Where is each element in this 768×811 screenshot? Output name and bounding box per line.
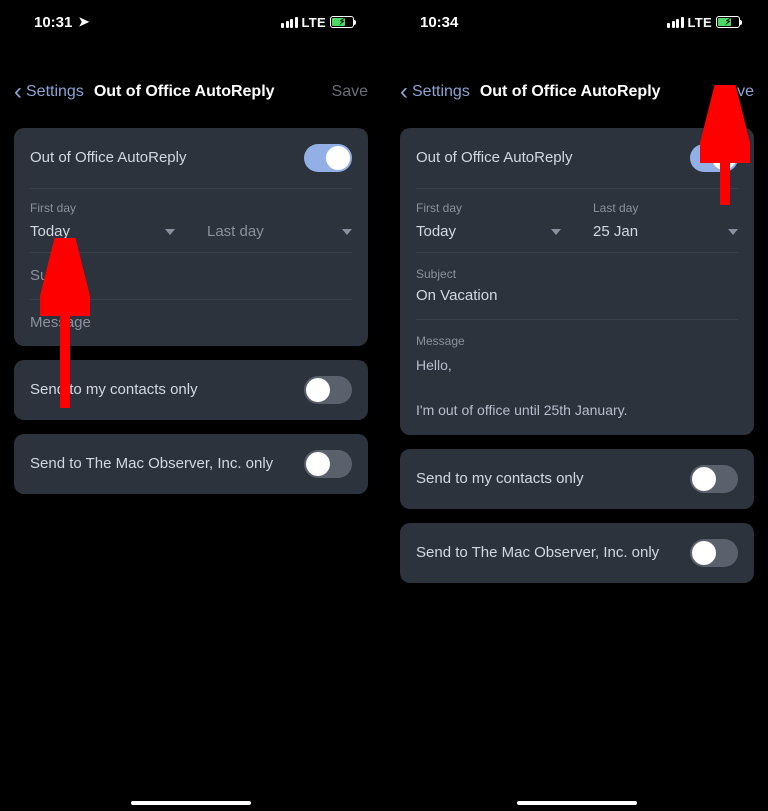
back-button[interactable]: Settings xyxy=(412,83,470,101)
network-label: LTE xyxy=(688,15,713,30)
last-day-caption xyxy=(207,201,352,215)
message-caption: Message xyxy=(416,334,738,348)
chevron-down-icon xyxy=(551,229,561,235)
page-title: Out of Office AutoReply xyxy=(94,83,326,101)
contacts-only-card: Send to my contacts only xyxy=(400,449,754,509)
signal-icon xyxy=(667,17,684,28)
domain-only-card: Send to The Mac Observer, Inc. only xyxy=(14,434,368,494)
back-chevron-icon[interactable]: ‹ xyxy=(400,80,408,104)
first-day-picker[interactable]: First day Today xyxy=(400,193,577,252)
status-bar: 10:31 ➤ LTE ⚡︎ xyxy=(0,0,382,44)
status-time: 10:34 xyxy=(420,14,458,31)
back-button[interactable]: Settings xyxy=(26,83,84,101)
chevron-down-icon xyxy=(342,229,352,235)
nav-bar: ‹ Settings Out of Office AutoReply Save xyxy=(0,66,382,118)
message-input[interactable]: Message Hello, I'm out of office until 2… xyxy=(400,320,754,435)
message-value: Hello, I'm out of office until 25th Janu… xyxy=(416,354,738,421)
network-label: LTE xyxy=(302,15,327,30)
contacts-only-toggle[interactable] xyxy=(690,465,738,493)
last-day-placeholder: Last day xyxy=(207,223,264,240)
annotation-arrow xyxy=(40,238,90,418)
chevron-down-icon xyxy=(728,229,738,235)
signal-icon xyxy=(281,17,298,28)
home-indicator xyxy=(131,801,251,805)
domain-only-toggle[interactable] xyxy=(690,539,738,567)
subject-input[interactable]: Subject On Vacation xyxy=(400,253,754,319)
contacts-only-label: Send to my contacts only xyxy=(416,469,690,489)
phone-right: 10:34 LTE ⚡︎ ‹ Settings Out of Office Au… xyxy=(386,0,768,811)
battery-icon: ⚡︎ xyxy=(330,16,354,28)
last-day-value: 25 Jan xyxy=(593,223,638,240)
subject-value: On Vacation xyxy=(416,287,497,304)
first-day-caption: First day xyxy=(30,201,175,215)
battery-icon: ⚡︎ xyxy=(716,16,740,28)
first-day-value: Today xyxy=(416,223,456,240)
home-indicator xyxy=(517,801,637,805)
last-day-picker[interactable]: Last day xyxy=(191,193,368,252)
domain-only-label: Send to The Mac Observer, Inc. only xyxy=(416,543,690,563)
domain-only-toggle[interactable] xyxy=(304,450,352,478)
domain-only-label: Send to The Mac Observer, Inc. only xyxy=(30,454,304,474)
page-title: Out of Office AutoReply xyxy=(480,83,712,101)
subject-caption: Subject xyxy=(416,267,738,281)
location-icon: ➤ xyxy=(78,14,89,30)
autoreply-toggle[interactable] xyxy=(304,144,352,172)
phone-left: 10:31 ➤ LTE ⚡︎ ‹ Settings Out of Office … xyxy=(0,0,382,811)
annotation-arrow xyxy=(700,85,750,215)
back-chevron-icon[interactable]: ‹ xyxy=(14,80,22,104)
status-bar: 10:34 LTE ⚡︎ xyxy=(386,0,768,44)
domain-only-card: Send to The Mac Observer, Inc. only xyxy=(400,523,754,583)
autoreply-toggle-label: Out of Office AutoReply xyxy=(30,148,304,168)
save-button[interactable]: Save xyxy=(332,83,368,101)
first-day-caption: First day xyxy=(416,201,561,215)
autoreply-toggle-label: Out of Office AutoReply xyxy=(416,148,690,168)
chevron-down-icon xyxy=(165,229,175,235)
contacts-only-toggle[interactable] xyxy=(304,376,352,404)
status-time: 10:31 xyxy=(34,14,72,31)
